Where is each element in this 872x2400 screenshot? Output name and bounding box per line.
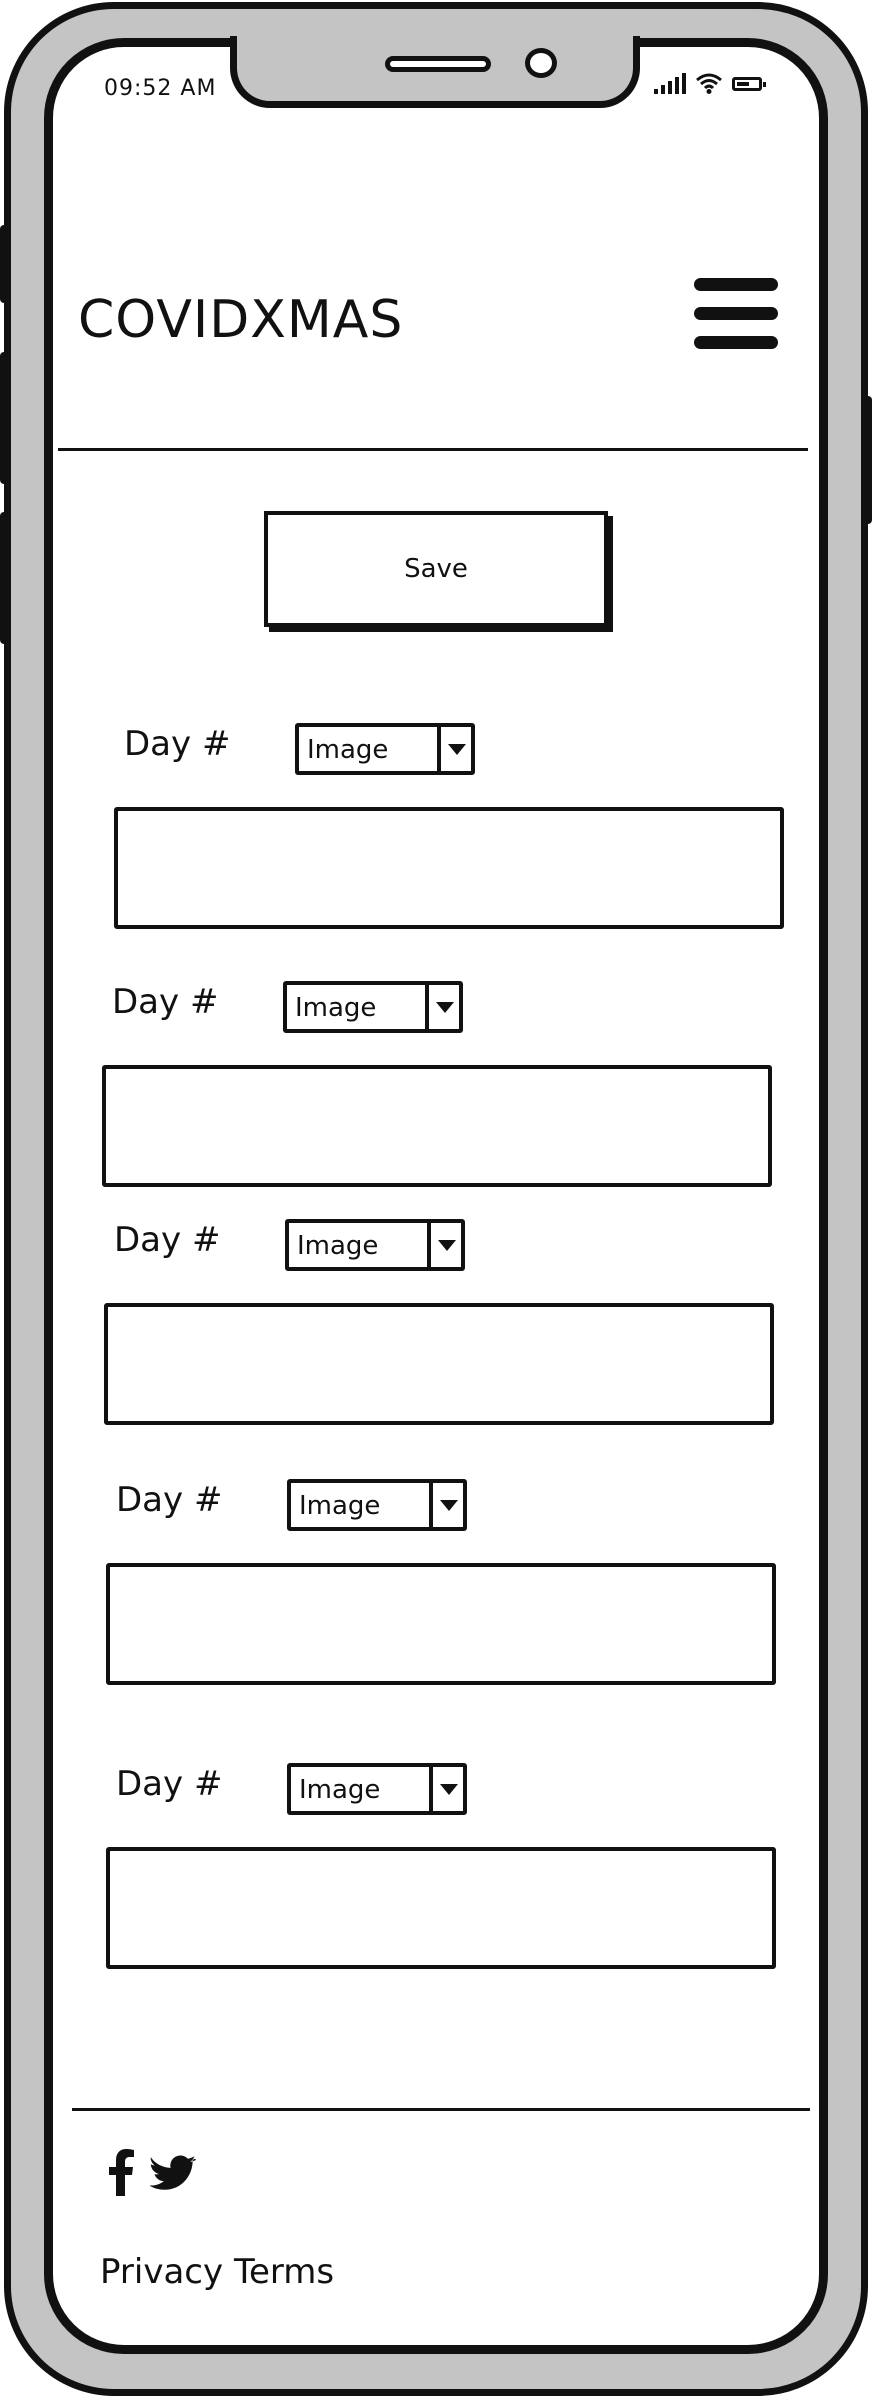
select-value: Image <box>299 1775 381 1805</box>
day-type-select[interactable]: Image <box>287 1763 467 1815</box>
day-label: Day # <box>124 724 231 764</box>
select-value: Image <box>299 1491 381 1521</box>
status-time: 09:52 AM <box>104 76 217 101</box>
day-content-field[interactable] <box>106 1563 776 1685</box>
select-value: Image <box>307 735 389 765</box>
day-type-select[interactable]: Image <box>285 1219 465 1271</box>
phone-notch <box>230 36 640 108</box>
day-content-field[interactable] <box>106 1847 776 1969</box>
chevron-down-icon[interactable] <box>429 1483 463 1527</box>
select-value: Image <box>295 993 377 1023</box>
day-type-select[interactable]: Image <box>295 723 475 775</box>
chevron-down-icon[interactable] <box>427 1223 461 1267</box>
phone-screen <box>44 38 828 2354</box>
side-button-power <box>863 396 872 524</box>
chevron-down-icon[interactable] <box>429 1767 463 1811</box>
day-label: Day # <box>114 1220 221 1260</box>
day-type-select[interactable]: Image <box>287 1479 467 1531</box>
status-icons <box>654 72 766 94</box>
signal-icon <box>654 72 686 94</box>
day-type-select[interactable]: Image <box>283 981 463 1033</box>
hamburger-menu-icon[interactable] <box>694 278 778 350</box>
twitter-icon[interactable] <box>150 2152 196 2192</box>
facebook-icon[interactable] <box>106 2148 136 2196</box>
day-content-field[interactable] <box>102 1065 772 1187</box>
side-button-volume-down <box>0 512 9 644</box>
footer-divider <box>72 2108 810 2111</box>
header-divider <box>58 448 808 451</box>
footer-link-privacy[interactable]: Privacy <box>100 2252 223 2292</box>
day-content-field[interactable] <box>104 1303 774 1425</box>
battery-icon <box>732 77 766 91</box>
chevron-down-icon[interactable] <box>437 727 471 771</box>
day-label: Day # <box>112 982 219 1022</box>
day-label: Day # <box>116 1764 223 1804</box>
side-button-volume-up <box>0 352 9 484</box>
brand-title: COVIDXMAS <box>78 290 404 350</box>
footer-link-terms[interactable]: Terms <box>234 2252 334 2292</box>
wifi-icon <box>696 73 722 94</box>
select-value: Image <box>297 1231 379 1261</box>
day-content-field[interactable] <box>114 807 784 929</box>
chevron-down-icon[interactable] <box>425 985 459 1029</box>
save-button[interactable]: Save <box>264 511 608 627</box>
day-label: Day # <box>116 1480 223 1520</box>
side-button-mute <box>0 225 9 303</box>
speaker-icon <box>385 56 491 72</box>
camera-icon <box>525 48 557 78</box>
